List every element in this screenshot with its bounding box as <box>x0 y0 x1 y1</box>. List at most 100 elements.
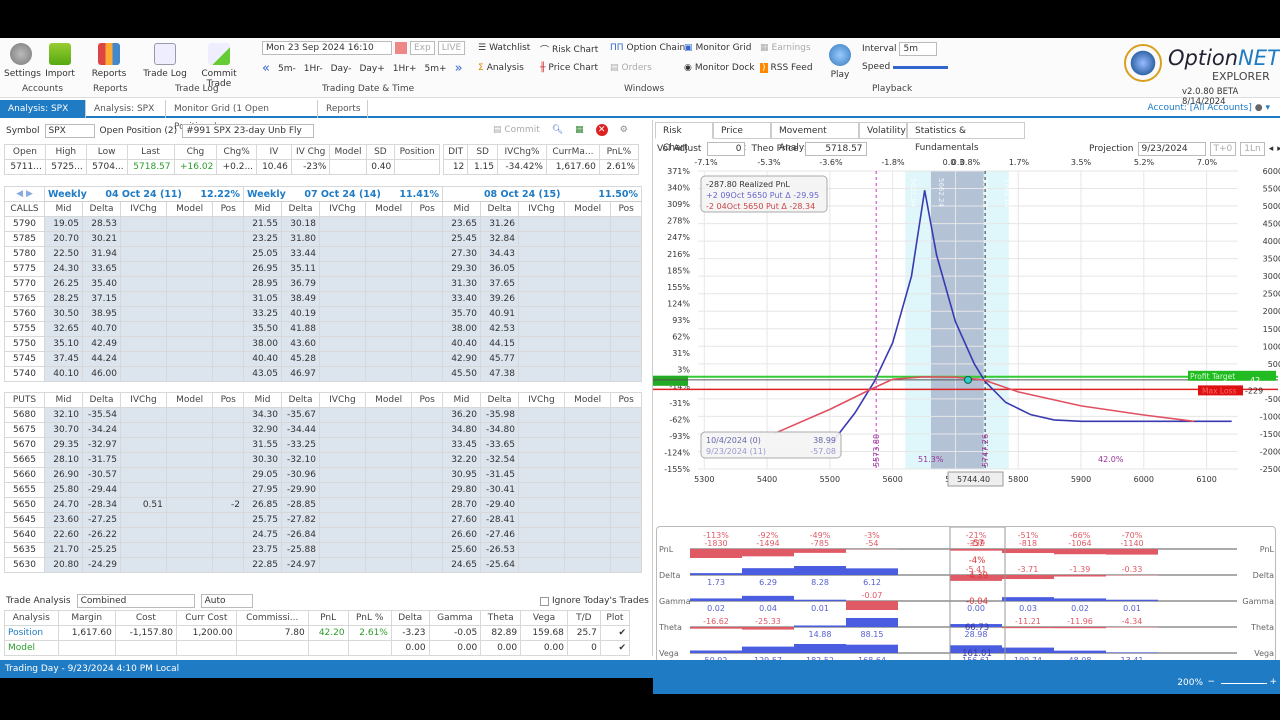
mid-price[interactable]: 22.60 <box>44 527 83 543</box>
chain-row[interactable]: 5675 30.70 -34.24 32.90 -34.44 34.80 -34.80 <box>4 422 642 438</box>
pos[interactable] <box>212 306 244 322</box>
mid-price[interactable]: 23.25 <box>242 231 282 247</box>
play-button[interactable]: Play <box>826 42 854 80</box>
mid-price[interactable]: 29.35 <box>44 437 83 453</box>
prev-icon[interactable]: ◂ <box>1269 144 1274 154</box>
step-forward-icon[interactable]: » <box>455 61 463 76</box>
mid-price[interactable]: 33.25 <box>242 306 282 322</box>
mid-price[interactable]: 24.30 <box>44 261 83 277</box>
pos[interactable] <box>610 512 642 528</box>
pos[interactable] <box>411 351 443 367</box>
mid-price[interactable]: 30.70 <box>44 422 83 438</box>
pos[interactable] <box>212 231 244 247</box>
commit-trade-button[interactable]: Commit Trade <box>190 41 248 89</box>
pos[interactable] <box>212 276 244 292</box>
t0-button[interactable]: T+0 <box>1209 142 1237 156</box>
position-select[interactable]: #991 SPX 23-day Unb Fly <box>182 124 315 138</box>
vol-adjust-stepper[interactable]: 0 <box>707 142 746 156</box>
chain-row[interactable]: 5765 28.25 37.15 31.05 38.49 33.40 39.26 <box>4 291 642 307</box>
risk-chart[interactable]: 6000 5500 5000 4500 4000 3500 3000 2500 2000 1500… <box>653 158 1280 528</box>
pos[interactable] <box>212 422 244 438</box>
tab-analysis-spx[interactable]: Analysis: SPX <box>86 100 166 118</box>
pos[interactable] <box>212 527 244 543</box>
pos[interactable] <box>212 542 244 558</box>
mid-price[interactable]: 27.95 <box>242 482 282 498</box>
pos[interactable] <box>610 246 642 262</box>
tab-price-chart[interactable]: Price Chart <box>713 122 771 153</box>
mid-price[interactable]: 21.55 <box>242 216 282 232</box>
pos[interactable] <box>411 321 443 337</box>
mid-price[interactable]: 38.00 <box>242 336 282 352</box>
tab-reports[interactable]: Reports <box>318 100 368 118</box>
chain-row[interactable]: 5750 35.10 42.49 38.00 43.60 40.40 44.15 <box>4 336 642 352</box>
mid-price[interactable]: 25.45 <box>441 231 481 247</box>
pos[interactable] <box>610 527 642 543</box>
pos[interactable] <box>411 437 443 453</box>
mid-price[interactable]: 32.20 <box>441 452 481 468</box>
pos[interactable] <box>610 422 642 438</box>
pos[interactable] <box>411 452 443 468</box>
chain-row[interactable]: 5755 32.65 40.70 35.50 41.88 38.00 42.53 <box>4 321 642 337</box>
step-button[interactable]: Day+ <box>359 64 384 74</box>
pos[interactable] <box>610 321 642 337</box>
expiry-header[interactable]: Weekly 07 Oct 24 (14) 11.41% <box>242 186 443 202</box>
expiry-header[interactable]: Weekly 04 Oct 24 (11) 12.22% <box>44 186 244 202</box>
speed-slider[interactable] <box>893 65 949 69</box>
mid-price[interactable]: 33.45 <box>441 437 481 453</box>
chain-row[interactable]: 5780 22.50 31.94 25.05 33.44 27.30 34.43 <box>4 246 642 262</box>
mid-price[interactable]: 20.70 <box>44 231 83 247</box>
mid-price[interactable]: 42.90 <box>441 351 481 367</box>
live-button[interactable]: LIVE <box>437 41 466 55</box>
tab-movement-analysis[interactable]: Movement Analysis <box>771 122 859 153</box>
prev-expiry-icon[interactable]: ◀ <box>16 189 23 199</box>
mid-price[interactable]: 26.95 <box>242 261 282 277</box>
pos[interactable] <box>610 351 642 367</box>
pos[interactable] <box>411 291 443 307</box>
mid-price[interactable]: 30.95 <box>441 467 481 483</box>
pos[interactable] <box>610 276 642 292</box>
chain-row[interactable]: 5740 40.10 46.00 43.05 46.97 45.50 47.38 <box>4 366 642 382</box>
pos[interactable] <box>212 246 244 262</box>
chain-row[interactable]: 5650 24.70 -28.34 0.51 -2 26.85 -28.85 28.70 -29… <box>4 497 642 513</box>
mid-price[interactable]: 31.30 <box>441 276 481 292</box>
mid-price[interactable]: 30.30 <box>242 452 282 468</box>
chain-row[interactable]: 5670 29.35 -32.97 31.55 -33.25 33.45 -33.65 <box>4 437 642 453</box>
orders-button[interactable]: ▤ Orders <box>610 63 652 73</box>
pos[interactable]: -2 <box>212 497 244 513</box>
mid-price[interactable]: 28.70 <box>441 497 481 513</box>
pos[interactable] <box>411 467 443 483</box>
chain-row[interactable]: 5680 32.10 -35.54 34.30 -35.67 36.20 -35.98 <box>4 407 642 423</box>
mid-price[interactable]: 26.90 <box>44 467 83 483</box>
projection-date-select[interactable]: 9/23/2024 <box>1137 142 1206 156</box>
mid-price[interactable]: 24.70 <box>44 497 83 513</box>
pos[interactable] <box>212 261 244 277</box>
expiry-header[interactable]: 08 Oct 24 (15) 11.50% <box>441 186 643 202</box>
tab-analysis-spx-active[interactable]: Analysis: SPX ✕ <box>0 100 86 132</box>
chain-row[interactable]: 5645 23.60 -27.25 25.75 -27.82 27.60 -28.41 <box>4 512 642 528</box>
plot-checkbox[interactable]: ✔ <box>599 625 631 641</box>
chain-row[interactable]: 5785 20.70 30.21 23.25 31.80 25.45 32.84 <box>4 231 642 247</box>
pos[interactable] <box>212 557 244 573</box>
mid-price[interactable]: 40.40 <box>242 351 282 367</box>
commit-button[interactable]: ▤ Commit <box>493 125 540 135</box>
symbol-select[interactable]: SPX <box>44 124 95 138</box>
mid-price[interactable]: 32.90 <box>242 422 282 438</box>
chain-row[interactable]: 5635 21.70 -25.25 23.75 -25.88 25.60 -26.53 <box>4 542 642 558</box>
mid-price[interactable]: 25.05 <box>242 246 282 262</box>
mid-price[interactable]: 40.40 <box>441 336 481 352</box>
mid-price[interactable]: 25.75 <box>242 512 282 528</box>
trade-log-button[interactable]: Trade Log <box>143 41 187 79</box>
mid-price[interactable]: 28.95 <box>242 276 282 292</box>
earnings-button[interactable]: ▦ Earnings <box>760 43 811 53</box>
price-chart-button[interactable]: ╫ Price Chart <box>540 63 598 73</box>
mid-price[interactable]: 27.30 <box>441 246 481 262</box>
ignore-today-checkbox[interactable] <box>540 596 549 606</box>
chain-row[interactable]: 5790 19.05 28.53 21.55 30.18 23.65 31.26 <box>4 216 642 232</box>
pos[interactable] <box>610 306 642 322</box>
tab-risk-chart[interactable]: Risk Chart <box>655 122 713 153</box>
pos[interactable] <box>411 497 443 513</box>
watchlist-button[interactable]: ☰ Watchlist <box>478 43 530 53</box>
chain-row[interactable]: 5640 22.60 -26.22 24.75 -26.84 26.60 -27.46 <box>4 527 642 543</box>
mid-price[interactable]: 23.75 <box>242 542 282 558</box>
pos[interactable] <box>212 291 244 307</box>
